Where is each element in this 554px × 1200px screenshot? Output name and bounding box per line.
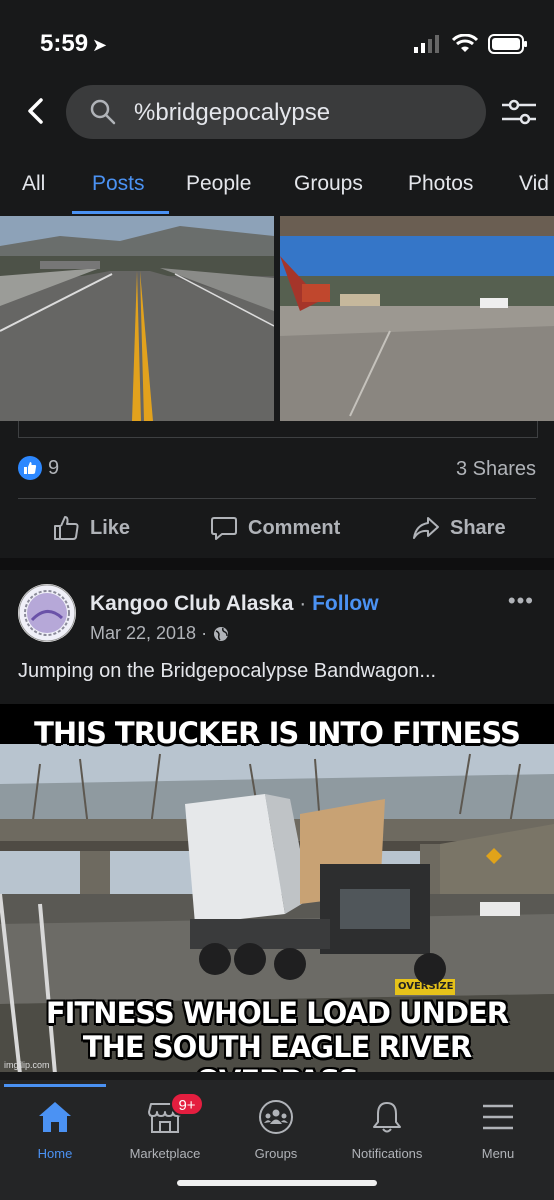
post-date[interactable]: Mar 22, 2018 · <box>90 623 207 644</box>
comment-icon <box>211 517 237 540</box>
post-text: Jumping on the Bridgepocalypse Bandwagon… <box>18 660 437 682</box>
marketplace-badge: 9+ <box>170 1092 204 1116</box>
like-button[interactable]: Like <box>52 504 130 552</box>
active-tab-indicator <box>72 211 169 214</box>
comment-button[interactable]: Comment <box>210 504 340 552</box>
post-card-border <box>18 421 538 438</box>
search-tabs: All Posts People Groups Photos Vid <box>0 160 554 216</box>
status-time: 5:59 ➤ <box>40 30 108 57</box>
post-separator <box>0 558 554 570</box>
nav-marketplace[interactable]: 9+ Marketplace <box>110 1080 220 1170</box>
nav-menu-label: Menu <box>481 1146 515 1161</box>
nav-active-indicator <box>4 1084 106 1087</box>
post-meme-image[interactable]: THIS TRUCKER IS INTO FITNESS FITNESS WHO… <box>0 704 554 1072</box>
tab-photos[interactable]: Photos <box>408 172 473 196</box>
nav-home[interactable]: Home <box>0 1080 110 1170</box>
post-meta: Mar 22, 2018 · <box>90 623 229 644</box>
share-arrow-icon <box>413 517 439 539</box>
search-input[interactable] <box>132 85 476 141</box>
more-options-icon[interactable]: ••• <box>508 588 534 614</box>
tab-all[interactable]: All <box>22 172 45 196</box>
share-count[interactable]: 3 Shares <box>456 458 536 481</box>
location-arrow-icon: ➤ <box>92 35 108 55</box>
nav-menu[interactable]: Menu <box>443 1080 553 1170</box>
share-button[interactable]: Share <box>412 504 506 552</box>
author-name[interactable]: Kangoo Club Alaska <box>90 592 293 615</box>
wifi-icon <box>452 34 478 52</box>
nav-notifications[interactable]: Notifications <box>332 1080 442 1170</box>
tab-groups[interactable]: Groups <box>294 172 363 196</box>
like-label: Like <box>90 516 131 539</box>
name-separator: · <box>299 592 307 615</box>
tab-posts[interactable]: Posts <box>92 172 145 196</box>
post-photo-construction[interactable] <box>280 216 554 421</box>
post-author: Kangoo Club Alaska · Follow <box>90 592 379 616</box>
comment-label: Comment <box>248 516 341 539</box>
post-photo-road[interactable] <box>0 216 274 421</box>
home-icon <box>39 1102 71 1132</box>
search-icon <box>90 99 116 125</box>
globe-icon <box>214 626 229 641</box>
home-indicator[interactable] <box>177 1180 377 1186</box>
battery-icon <box>488 34 527 54</box>
share-label: Share <box>450 516 506 539</box>
imgflip-watermark: imgflip.com <box>4 1060 50 1070</box>
meme-bottom-caption-line1: FITNESS WHOLE LOAD UNDER <box>45 996 509 1030</box>
thumbs-up-icon <box>54 516 79 540</box>
tab-videos[interactable]: Vid <box>519 172 549 196</box>
nav-groups-label: Groups <box>254 1146 298 1161</box>
meme-bottom-caption-line2: THE SOUTH EAGLE RIVER OVERPASS <box>82 1030 472 1072</box>
filter-icon[interactable] <box>500 96 538 128</box>
avatar[interactable] <box>18 584 76 642</box>
nav-marketplace-label: Marketplace <box>129 1146 201 1161</box>
divider <box>18 498 536 499</box>
follow-button[interactable]: Follow <box>312 592 379 615</box>
nav-groups[interactable]: Groups <box>221 1080 331 1170</box>
bell-icon <box>373 1102 401 1133</box>
tab-people[interactable]: People <box>186 172 251 196</box>
menu-icon <box>483 1104 513 1130</box>
like-reaction-icon[interactable] <box>18 456 42 480</box>
nav-notifications-label: Notifications <box>351 1146 423 1161</box>
search-bar[interactable] <box>66 85 486 141</box>
groups-icon <box>259 1100 293 1134</box>
back-arrow-icon[interactable] <box>22 96 52 126</box>
signal-icon <box>414 35 439 53</box>
meme-top-caption: THIS TRUCKER IS INTO FITNESS <box>34 716 521 750</box>
like-count[interactable]: 9 <box>48 457 59 480</box>
nav-home-label: Home <box>37 1146 73 1161</box>
status-icons <box>414 34 528 54</box>
oversize-sign: OVERSIZE <box>398 981 454 992</box>
